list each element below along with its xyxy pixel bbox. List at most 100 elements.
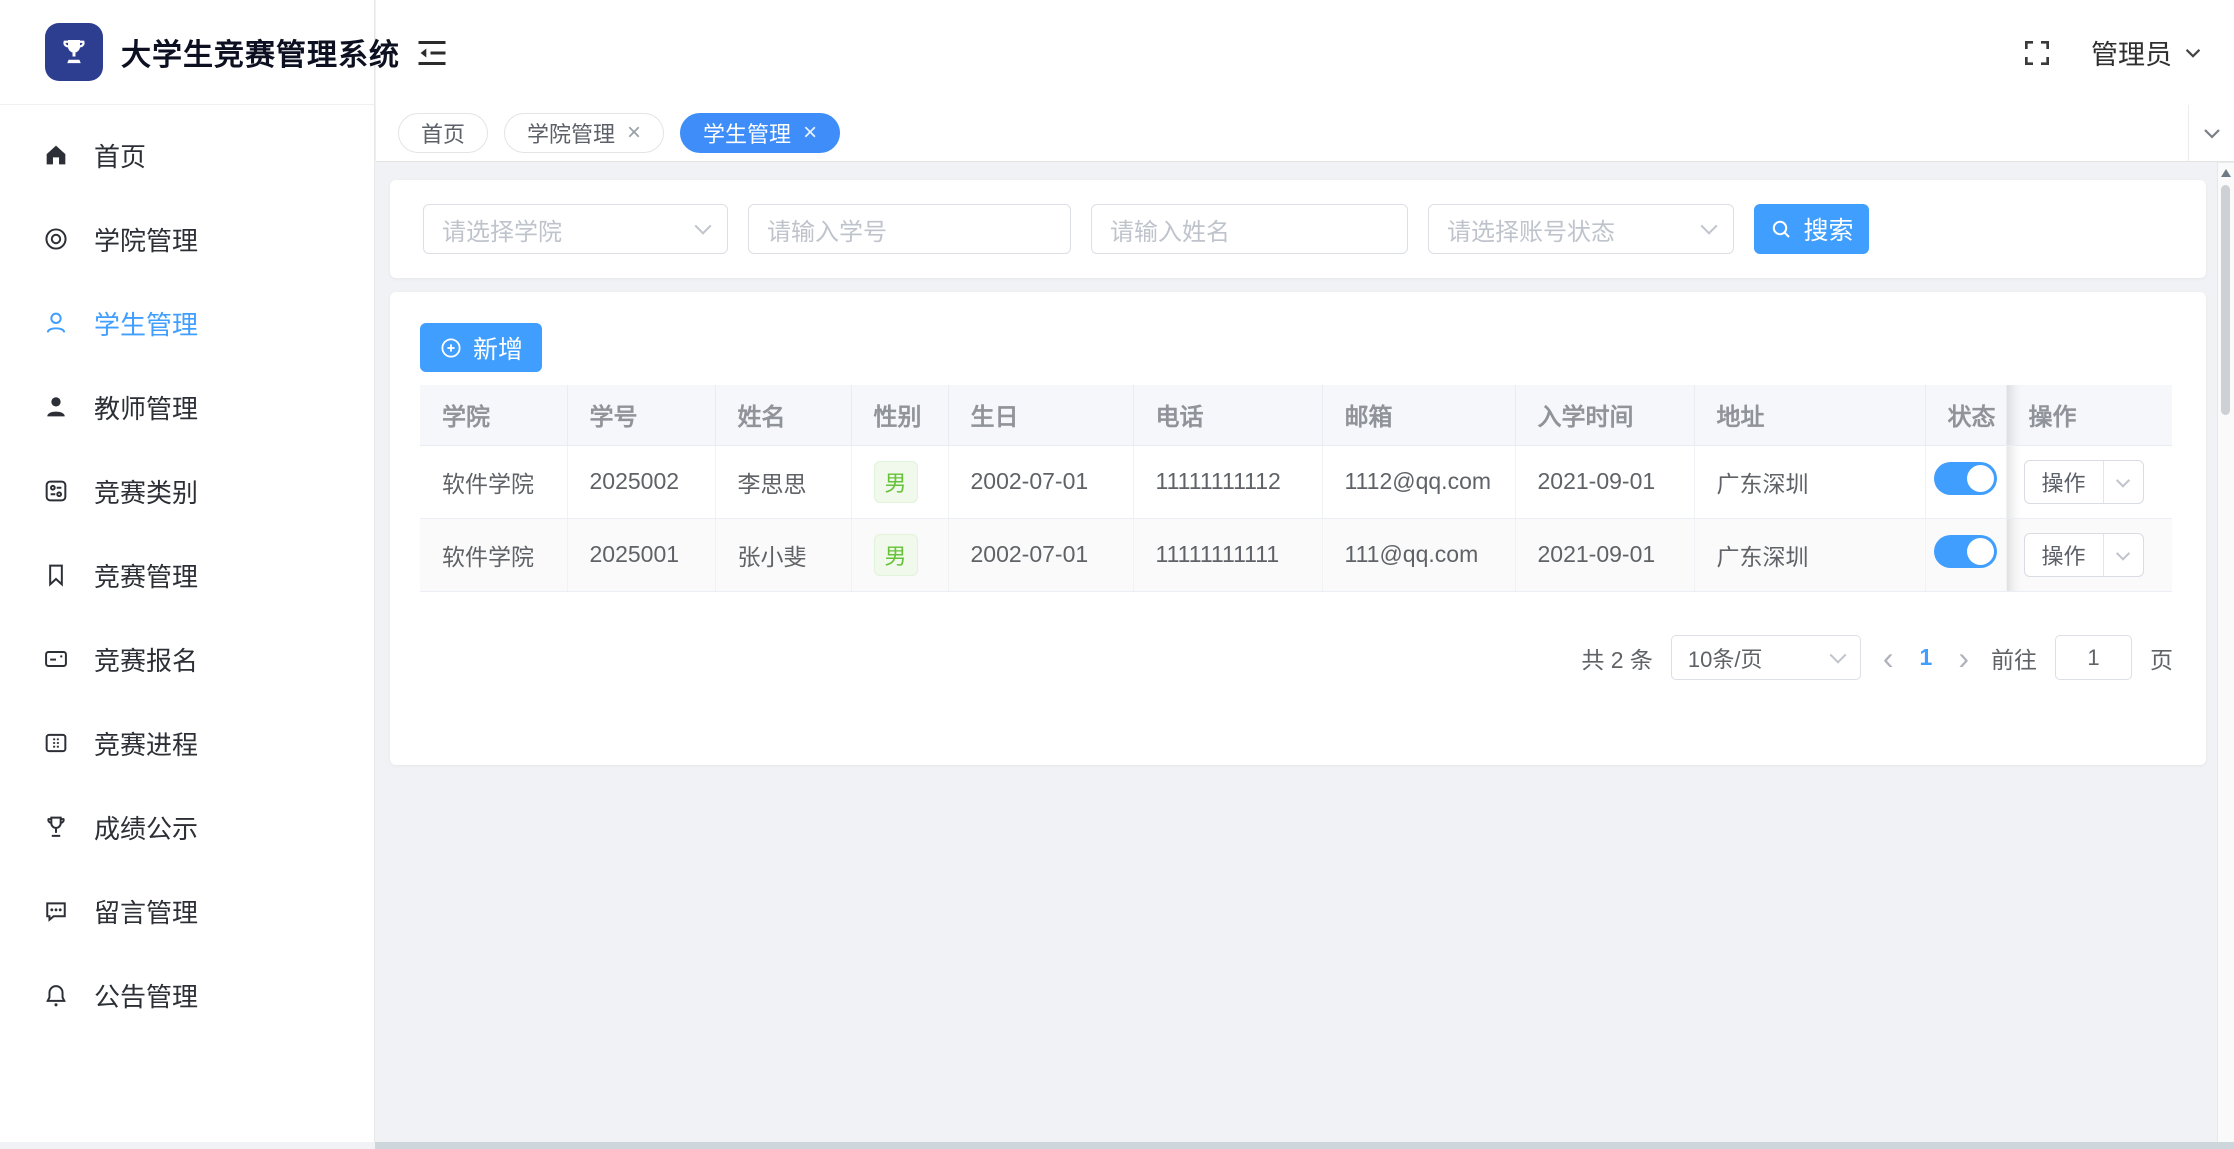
trophy-logo-icon <box>45 23 103 81</box>
student-table: 学院 学号 姓名 性别 生日 电话 邮箱 入学时间 地址 状态 操作 软件学院 2025002 李思思男… <box>420 385 2172 592</box>
sidebar-item-label: 竞赛类别 <box>94 477 199 508</box>
sidebar-item-11[interactable]: 公告管理 <box>0 953 374 1037</box>
phone-cell: 11111111111 <box>1133 518 1323 592</box>
tab-1[interactable]: 首页 <box>398 113 489 153</box>
sidebar-item-label: 学院管理 <box>94 225 199 256</box>
tab-label: 首页 <box>421 122 466 147</box>
sidebar-item-3[interactable]: 学生管理 <box>0 281 374 365</box>
search-button[interactable]: 搜索 <box>1754 204 1869 254</box>
sidebar-item-label: 学生管理 <box>94 309 199 340</box>
sidebar-item-2[interactable]: 学院管理 <box>0 197 374 281</box>
sidebar-item-8[interactable]: 竞赛进程 <box>0 701 374 785</box>
sidebar-item-label: 竞赛管理 <box>94 561 199 592</box>
sidebar-item-6[interactable]: 竞赛管理 <box>0 533 374 617</box>
scroll-up-arrow-icon[interactable] <box>2221 169 2231 177</box>
user-menu[interactable]: 管理员 <box>2091 33 2204 72</box>
tab-overflow-chevron-icon[interactable] <box>2188 105 2234 161</box>
student-id-placeholder: 请输入学号 <box>767 218 887 246</box>
tab-3[interactable]: 学生管理 × <box>680 113 841 153</box>
next-page-button[interactable]: › <box>1954 642 1973 674</box>
bell-icon <box>46 985 66 1007</box>
status-cell <box>1925 518 2007 592</box>
fold-icon[interactable] <box>414 35 450 71</box>
page-size-value: 10条/页 <box>1687 646 1763 672</box>
table-header-row: 学院 学号 姓名 性别 生日 电话 邮箱 入学时间 地址 状态 操作 <box>420 385 2172 446</box>
address-cell: 广东深圳 <box>1694 445 1926 519</box>
birthday-cell: 2002-07-01 <box>948 445 1134 519</box>
college-cell: 软件学院 <box>420 518 568 592</box>
vertical-scrollbar[interactable] <box>2217 163 2234 1142</box>
chevron-down-icon <box>1829 646 1847 664</box>
add-button[interactable]: 新增 <box>420 323 542 372</box>
column-header: 学院 <box>420 385 568 446</box>
add-button-label: 新增 <box>472 335 523 364</box>
page-unit-label: 页 <box>2150 646 2173 673</box>
sidebar: 大学生竞赛管理系统 首页学院管理学生管理教师管理竞赛类别竞赛管理竞赛报名竞赛进程… <box>0 0 399 1142</box>
name-cell: 张小斐 <box>715 518 852 592</box>
sidebar-item-1[interactable]: 首页 <box>0 113 374 197</box>
email-cell: 111@qq.com <box>1322 518 1516 592</box>
sidebar-item-5[interactable]: 竞赛类别 <box>0 449 374 533</box>
gender-cell: 男 <box>851 445 949 519</box>
chevron-down-icon[interactable] <box>2102 460 2143 503</box>
top-header: 管理员 <box>376 0 2234 105</box>
action-dropdown-button[interactable]: 操作 <box>2023 532 2144 577</box>
status-toggle[interactable] <box>1933 462 1997 495</box>
account-status-select[interactable]: 请选择账号状态 <box>1428 204 1734 254</box>
sidebar-item-7[interactable]: 竞赛报名 <box>0 617 374 701</box>
student-table-panel: 新增 学院 学号 姓名 性别 生日 电话 邮箱 入学时间 地址 状态 操作 软件学院 2025002 李… <box>390 292 2206 765</box>
goto-page-input[interactable] <box>2055 635 2132 680</box>
column-header: 生日 <box>948 385 1134 446</box>
status-toggle[interactable] <box>1933 535 1997 568</box>
tab-2[interactable]: 学院管理 × <box>504 113 665 153</box>
tab-label: 学院管理 <box>527 122 616 147</box>
action-cell: 操作 <box>2006 445 2172 519</box>
column-header: 电话 <box>1133 385 1323 446</box>
sidebar-item-10[interactable]: 留言管理 <box>0 869 374 953</box>
sidebar-item-label: 留言管理 <box>94 897 199 928</box>
status-cell <box>1925 445 2007 519</box>
college-select[interactable]: 请选择学院 <box>423 204 728 254</box>
phone-cell: 11111111112 <box>1133 445 1323 519</box>
app-logo: 大学生竞赛管理系统 <box>0 0 399 105</box>
close-icon[interactable]: × <box>627 121 641 145</box>
action-cell: 操作 <box>2006 518 2172 592</box>
current-page[interactable]: 1 <box>1916 644 1937 671</box>
search-button-label: 搜索 <box>1803 217 1854 245</box>
name-input[interactable]: 请输入姓名 <box>1091 204 1408 254</box>
teacher-icon <box>47 397 65 417</box>
scrollbar-thumb[interactable] <box>2221 185 2230 415</box>
fullscreen-icon[interactable] <box>2021 37 2053 69</box>
table-row: 软件学院 2025001 张小斐男 2002-07-01 11111111111 111@… <box>420 518 2172 592</box>
bookmark-icon <box>49 564 63 587</box>
action-label: 操作 <box>2041 470 2086 496</box>
chevron-down-icon <box>2182 42 2204 64</box>
prev-page-button[interactable]: ‹ <box>1879 642 1898 674</box>
name-cell: 李思思 <box>715 445 852 519</box>
college-icon <box>45 228 67 250</box>
page-size-select[interactable]: 10条/页 <box>1670 635 1861 680</box>
close-icon[interactable]: × <box>803 121 817 145</box>
action-dropdown-button[interactable]: 操作 <box>2023 459 2144 504</box>
chevron-down-icon[interactable] <box>2102 533 2143 576</box>
gender-tag: 男 <box>873 533 918 576</box>
signup-icon <box>45 651 67 667</box>
email-cell: 1112@qq.com <box>1322 445 1516 519</box>
sidebar-item-label: 公告管理 <box>94 981 199 1012</box>
user-name: 管理员 <box>2091 40 2172 70</box>
tab-label: 学生管理 <box>703 122 792 147</box>
sidebar-item-label: 成绩公示 <box>94 813 199 844</box>
horizontal-scrollbar[interactable] <box>375 1142 2234 1149</box>
student-id-input[interactable]: 请输入学号 <box>748 204 1071 254</box>
address-cell: 广东深圳 <box>1694 518 1926 592</box>
sidebar-item-9[interactable]: 成绩公示 <box>0 785 374 869</box>
column-header: 性别 <box>851 385 949 446</box>
column-header: 操作 <box>2006 385 2172 446</box>
enroll-date-cell: 2021-09-01 <box>1515 518 1695 592</box>
enroll-date-cell: 2021-09-01 <box>1515 445 1695 519</box>
sidebar-item-label: 竞赛报名 <box>94 645 199 676</box>
app-title: 大学生竞赛管理系统 <box>121 39 400 72</box>
search-icon <box>1773 220 1791 238</box>
process-icon <box>45 733 67 753</box>
sidebar-item-4[interactable]: 教师管理 <box>0 365 374 449</box>
